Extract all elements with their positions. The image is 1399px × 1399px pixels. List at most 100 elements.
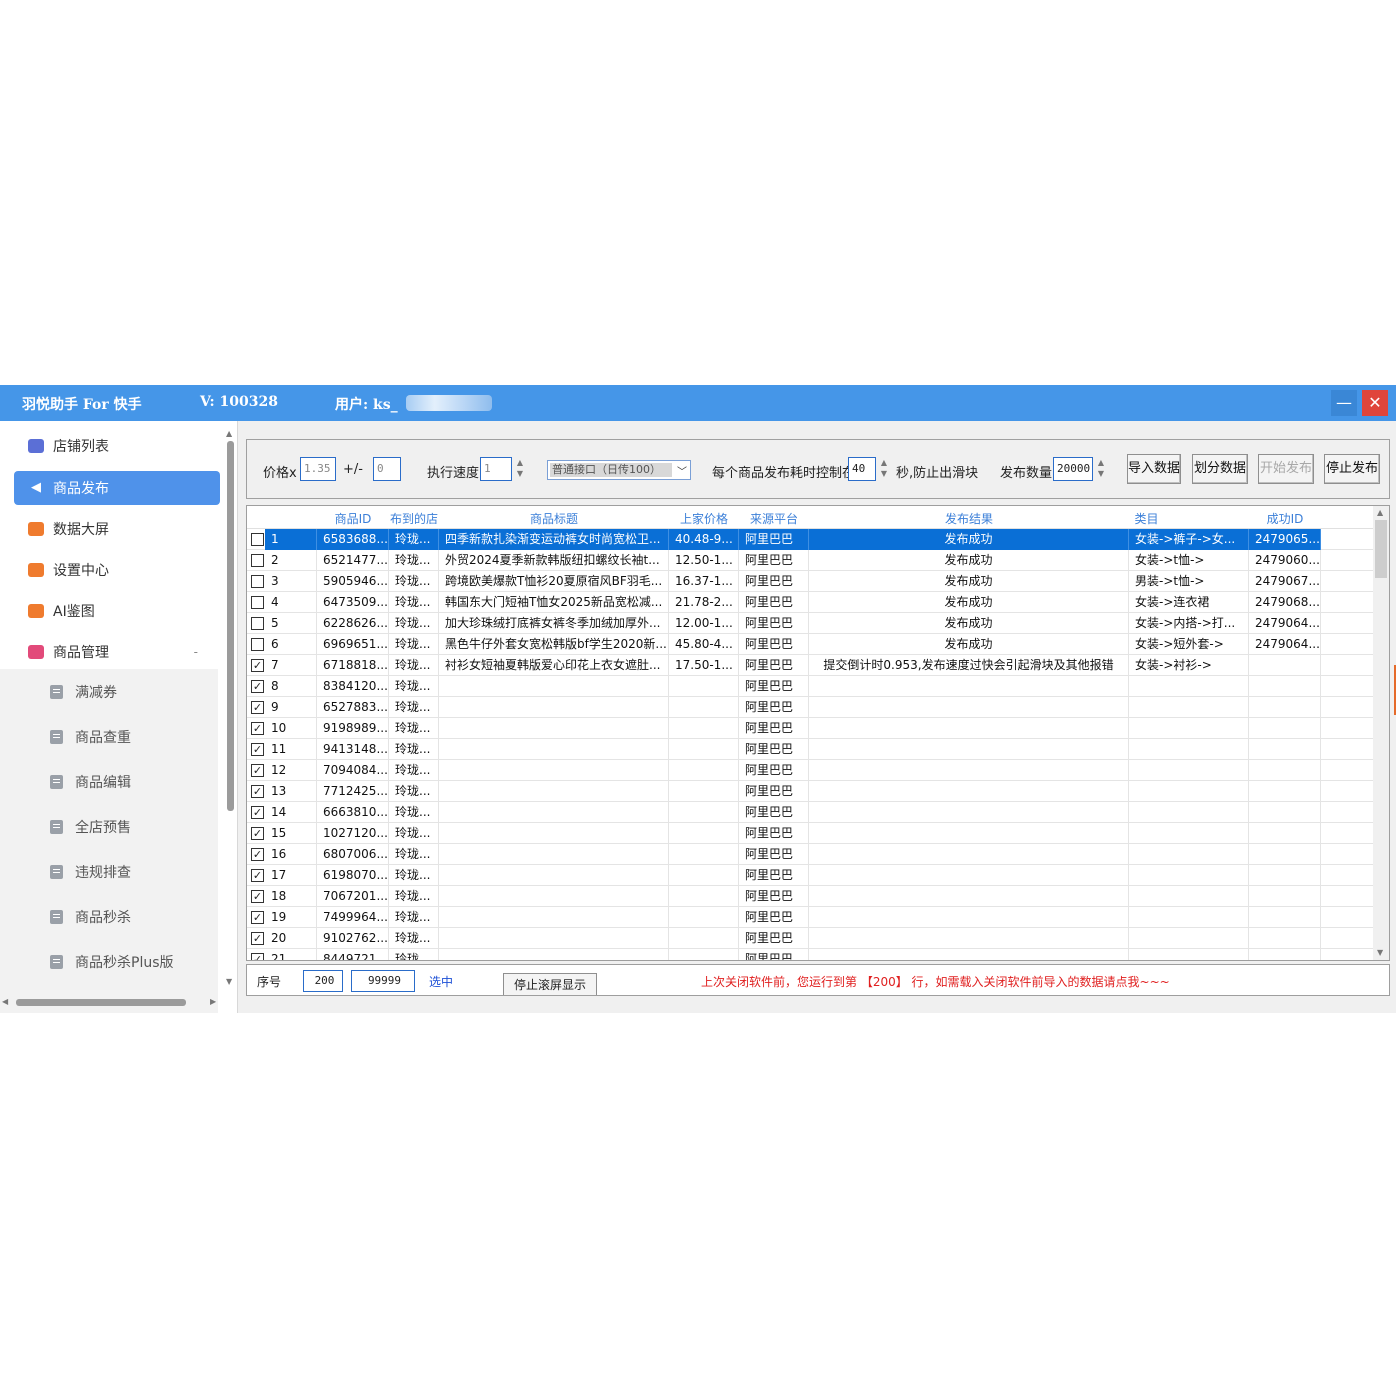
row-checkbox[interactable]: ✓ <box>251 806 264 819</box>
table-row[interactable]: 3 5905946... 玲珑... 跨境欧美爆款T恤衫20夏原宿风BF羽毛... 16… <box>247 571 1373 592</box>
scroll-up-icon[interactable]: ▲ <box>1377 508 1383 517</box>
table-row[interactable]: ✓ 16 6807006... 玲珑... 阿里巴巴 <box>247 844 1373 865</box>
scroll-up-icon[interactable]: ▲ <box>226 429 232 438</box>
table-row[interactable]: ✓ 18 7067201... 玲珑... 阿里巴巴 <box>247 886 1373 907</box>
speed-stepper[interactable]: ▲ ▼ <box>514 457 526 481</box>
cell-platform: 阿里巴巴 <box>739 802 809 823</box>
speed-input[interactable]: 1 <box>480 457 512 481</box>
table-row[interactable]: ✓ 13 7712425... 玲珑... 阿里巴巴 <box>247 781 1373 802</box>
seq-to-input[interactable]: 99999 <box>351 970 415 992</box>
scroll-right-icon[interactable]: ▶ <box>210 997 216 1006</box>
table-row[interactable]: ✓ 19 7499964... 玲珑... 阿里巴巴 <box>247 907 1373 928</box>
table-row[interactable]: 2 6521477... 玲珑... 外贸2024夏季新款韩版纽扣螺纹长袖t... 12… <box>247 550 1373 571</box>
sidebar-item-4[interactable]: 设置中心 <box>14 553 220 587</box>
table-row[interactable]: ✓ 8 8384120... 玲珑... 阿里巴巴 <box>247 676 1373 697</box>
submenu-item-1[interactable]: 满减券 <box>50 678 117 706</box>
row-checkbox[interactable]: ✓ <box>251 743 264 756</box>
sidebar-item-3[interactable]: 数据大屏 <box>14 512 220 546</box>
time-stepper[interactable]: ▲ ▼ <box>878 457 890 481</box>
scroll-down-icon[interactable]: ▼ <box>1377 948 1383 957</box>
import-data-button[interactable]: 导入数据 <box>1127 454 1181 484</box>
row-checkbox[interactable]: ✓ <box>251 953 264 960</box>
column-header[interactable]: 上家价格 <box>669 510 739 527</box>
count-stepper[interactable]: ▲ ▼ <box>1095 457 1107 481</box>
split-data-button[interactable]: 划分数据 <box>1192 454 1248 484</box>
row-checkbox[interactable]: ✓ <box>251 932 264 945</box>
sidebar-item-5[interactable]: AI鉴图 <box>14 594 220 628</box>
table-row[interactable]: ✓ 10 9198989... 玲珑... 阿里巴巴 <box>247 718 1373 739</box>
row-checkbox[interactable] <box>251 533 264 546</box>
table-vertical-scrollbar[interactable]: ▲ ▼ <box>1373 506 1389 960</box>
column-header[interactable]: 发布结果 <box>809 510 1129 527</box>
scrollbar-thumb[interactable] <box>1375 520 1387 578</box>
row-checkbox[interactable] <box>251 596 264 609</box>
row-checkbox[interactable]: ✓ <box>251 827 264 840</box>
table-row[interactable]: ✓ 11 9413148... 玲珑... 阿里巴巴 <box>247 739 1373 760</box>
stop-scroll-button[interactable]: 停止滚屏显示 <box>503 973 597 995</box>
column-header[interactable]: 布到的店 <box>389 510 439 527</box>
stop-publish-button[interactable]: 停止发布 <box>1324 454 1380 484</box>
table-row[interactable]: ✓ 21 8449721... 玲珑... 阿里巴巴 <box>247 949 1373 960</box>
table-row[interactable]: ✓ 20 9102762... 玲珑... 阿里巴巴 <box>247 928 1373 949</box>
close-button[interactable]: ✕ <box>1362 390 1388 416</box>
start-publish-button[interactable]: 开始发布 <box>1258 454 1314 484</box>
time-input[interactable]: 40 <box>848 457 876 481</box>
row-checkbox[interactable]: ✓ <box>251 701 264 714</box>
resume-notice-link[interactable]: 上次关闭软件前，您运行到第 【200】 行，如需载入关闭软件前导入的数据请点我~… <box>701 973 1170 990</box>
row-checkbox[interactable] <box>251 617 264 630</box>
sidebar-item-1[interactable]: 店铺列表 <box>14 429 220 463</box>
row-checkbox[interactable]: ✓ <box>251 848 264 861</box>
sidebar-item-2[interactable]: ◀ 商品发布 <box>14 471 220 505</box>
submenu-item-6[interactable]: 商品秒杀 <box>50 903 131 931</box>
row-checkbox[interactable]: ✓ <box>251 680 264 693</box>
plusminus-input[interactable]: 0 <box>373 457 401 481</box>
select-link[interactable]: 选中 <box>429 973 453 990</box>
row-checkbox[interactable]: ✓ <box>251 869 264 882</box>
interface-select[interactable]: 普通接口（日传100） ﹀ <box>547 460 691 480</box>
table-row[interactable]: ✓ 7 6718818... 玲珑... 衬衫女短袖夏韩版爱心印花上衣女遮肚... 17.… <box>247 655 1373 676</box>
table-row[interactable]: 4 6473509... 玲珑... 韩国东大门短袖T恤女2025新品宽松减... 21… <box>247 592 1373 613</box>
row-checkbox[interactable] <box>251 554 264 567</box>
minimize-button[interactable]: — <box>1331 390 1357 416</box>
table-row[interactable]: 5 6228626... 玲珑... 加大珍珠绒打底裤女裤冬季加绒加厚外... 12.0… <box>247 613 1373 634</box>
row-checkbox[interactable]: ✓ <box>251 911 264 924</box>
submenu-item-7[interactable]: 商品秒杀Plus版 <box>50 948 174 976</box>
column-header[interactable]: 商品ID <box>317 510 389 527</box>
column-header[interactable]: 来源平台 <box>739 510 809 527</box>
sidebar-vertical-scrollbar[interactable]: ▲ ▼ <box>224 429 236 989</box>
table-row[interactable]: 1 6583688... 玲珑... 四季新款扎染渐变运动裤女时尚宽松卫... 40.4… <box>247 529 1373 550</box>
cell-price: 21.78-2... <box>669 592 739 613</box>
table-row[interactable]: ✓ 9 6527883... 玲珑... 阿里巴巴 <box>247 697 1373 718</box>
table-row[interactable]: ✓ 17 6198070... 玲珑... 阿里巴巴 <box>247 865 1373 886</box>
scrollbar-thumb[interactable] <box>227 441 234 811</box>
submenu-item-4[interactable]: 全店预售 <box>50 813 131 841</box>
column-header[interactable]: 类目 <box>1129 510 1164 527</box>
column-header[interactable]: 成功ID <box>1249 510 1321 527</box>
table-row[interactable]: 6 6969651... 玲珑... 黑色牛仔外套女宽松韩版bf学生2020新... 4… <box>247 634 1373 655</box>
cell-id: 6807006... <box>317 844 389 865</box>
row-checkbox[interactable] <box>251 638 264 651</box>
table-row[interactable]: ✓ 12 7094084... 玲珑... 阿里巴巴 <box>247 760 1373 781</box>
submenu-item-2[interactable]: 商品查重 <box>50 723 131 751</box>
scroll-left-icon[interactable]: ◀ <box>2 997 8 1006</box>
submenu-item-3[interactable]: 商品编辑 <box>50 768 131 796</box>
row-checkbox[interactable]: ✓ <box>251 890 264 903</box>
row-checkbox[interactable]: ✓ <box>251 785 264 798</box>
row-checkbox[interactable]: ✓ <box>251 659 264 672</box>
sidebar-horizontal-scrollbar[interactable]: ◀ ▶ <box>0 995 222 1009</box>
count-input[interactable]: 20000 <box>1053 457 1093 481</box>
collapse-icon[interactable]: - <box>194 645 198 659</box>
price-multiplier-input[interactable]: 1.35 <box>300 457 336 481</box>
row-checkbox[interactable]: ✓ <box>251 764 264 777</box>
table-row[interactable]: ✓ 15 1027120... 玲珑... 阿里巴巴 <box>247 823 1373 844</box>
column-header[interactable]: 商品标题 <box>439 510 669 527</box>
submenu-item-5[interactable]: 违规排查 <box>50 858 131 886</box>
row-checkbox[interactable]: ✓ <box>251 722 264 735</box>
table-row[interactable]: ✓ 14 6663810... 玲珑... 阿里巴巴 <box>247 802 1373 823</box>
cell-success_id <box>1249 886 1321 907</box>
sidebar-item-6[interactable]: 商品管理 - <box>14 635 220 669</box>
row-checkbox[interactable] <box>251 575 264 588</box>
seq-from-input[interactable]: 200 <box>303 970 343 992</box>
scrollbar-thumb[interactable] <box>16 999 186 1006</box>
scroll-down-icon[interactable]: ▼ <box>226 977 232 986</box>
